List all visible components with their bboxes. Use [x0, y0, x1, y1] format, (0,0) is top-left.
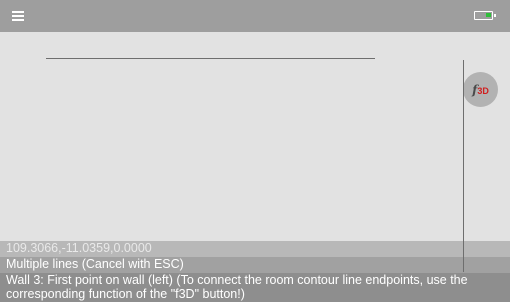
top-toolbar — [0, 0, 510, 32]
f3d-button[interactable]: f 3D — [463, 72, 498, 107]
coordinates-readout: 109.3066,-11.0359,0.0000 — [0, 241, 510, 257]
hamburger-menu-icon[interactable] — [12, 11, 24, 21]
rubber-band-line — [463, 60, 464, 272]
command-prompt: Wall 3: First point on wall (left) (To c… — [0, 273, 510, 302]
mode-status: Multiple lines (Cancel with ESC) — [0, 257, 510, 273]
drawing-canvas[interactable]: f 3D — [0, 32, 510, 242]
battery-icon — [474, 11, 496, 20]
f3d-icon-3d: 3D — [477, 86, 489, 96]
drawn-wall-line — [46, 58, 375, 59]
battery-level — [486, 13, 491, 17]
